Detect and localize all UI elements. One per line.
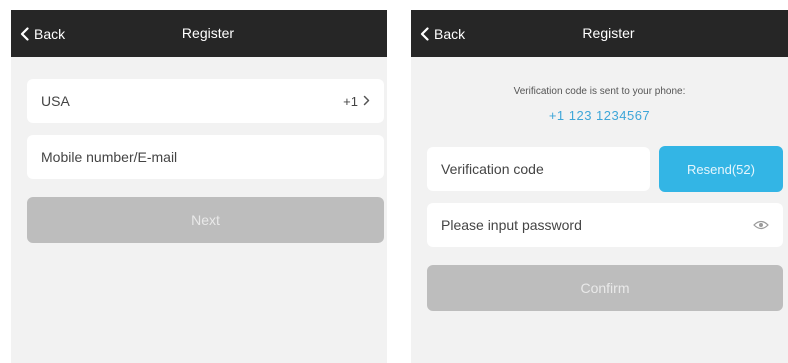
country-name: USA [41, 93, 70, 109]
resend-button[interactable]: Resend(52) [659, 146, 783, 192]
page-title: Register [181, 25, 235, 41]
country-code-group: +1 [343, 94, 370, 109]
phone-number: +1 123 1234567 [548, 108, 651, 123]
country-selector[interactable]: USA +1 [27, 79, 384, 123]
register-screen-step2: Back Register Verification code is sent … [411, 10, 788, 363]
password-input[interactable] [441, 217, 753, 233]
next-button[interactable]: Next [27, 197, 384, 243]
register-screen-step1: Back Register USA +1 Next [11, 10, 387, 363]
password-field[interactable] [427, 203, 783, 247]
page-title: Register [582, 25, 635, 41]
country-code: +1 [343, 93, 358, 109]
verification-code-input[interactable] [441, 161, 636, 177]
navbar: Back Register [11, 10, 387, 57]
eye-icon[interactable] [753, 220, 769, 230]
verification-field[interactable] [427, 147, 650, 191]
navbar: Back Register [411, 10, 788, 57]
account-input[interactable] [41, 149, 370, 165]
verification-info-text: Verification code is sent to your phone: [513, 86, 686, 97]
confirm-button[interactable]: Confirm [427, 265, 783, 311]
account-field[interactable] [27, 135, 384, 179]
chevron-right-icon [363, 94, 370, 109]
